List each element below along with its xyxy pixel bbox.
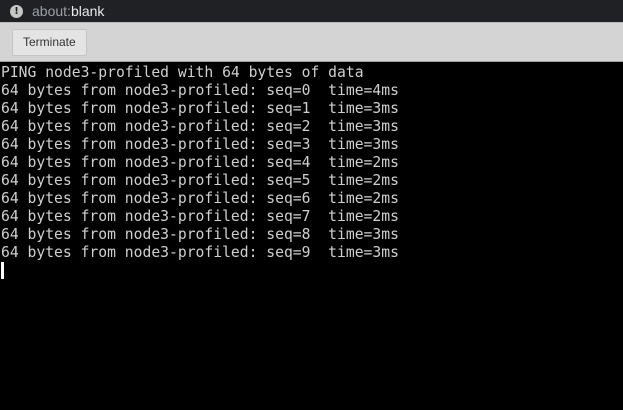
terminal-line: 64 bytes from node3-profiled: seq=0 time…: [1, 82, 399, 99]
terminal-line: 64 bytes from node3-profiled: seq=2 time…: [1, 118, 399, 135]
terminal-line: 64 bytes from node3-profiled: seq=3 time…: [1, 136, 399, 153]
url-host: blank: [70, 3, 105, 19]
terminal-line: 64 bytes from node3-profiled: seq=9 time…: [1, 244, 399, 261]
terminal-line: 64 bytes from node3-profiled: seq=4 time…: [1, 154, 399, 171]
browser-window: ! about:blank Terminate PING node3-profi…: [0, 0, 623, 410]
terminal-output[interactable]: PING node3-profiled with 64 bytes of dat…: [0, 62, 623, 410]
terminal-line: 64 bytes from node3-profiled: seq=1 time…: [1, 100, 399, 117]
toolbar: Terminate: [0, 22, 623, 62]
terminal-cursor: [1, 262, 4, 279]
url-scheme: about:: [32, 3, 71, 19]
info-icon[interactable]: !: [10, 4, 23, 18]
terminal-line: 64 bytes from node3-profiled: seq=6 time…: [1, 190, 399, 207]
terminal-line: 64 bytes from node3-profiled: seq=8 time…: [1, 226, 399, 243]
terminal-prompt-line[interactable]: [1, 262, 623, 280]
terminate-button[interactable]: Terminate: [12, 29, 87, 56]
terminal-line: 64 bytes from node3-profiled: seq=7 time…: [1, 208, 399, 225]
address-bar[interactable]: ! about:blank: [0, 0, 623, 22]
url-text[interactable]: about:blank: [32, 3, 104, 19]
terminal-line: PING node3-profiled with 64 bytes of dat…: [1, 64, 364, 81]
terminal-line: 64 bytes from node3-profiled: seq=5 time…: [1, 172, 399, 189]
